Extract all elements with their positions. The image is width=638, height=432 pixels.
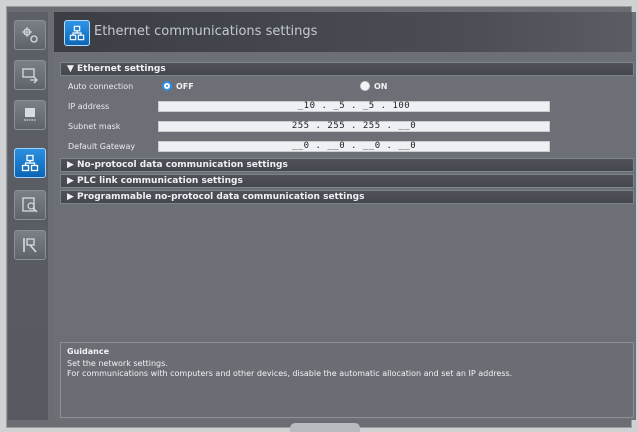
page-title: Ethernet communications settings bbox=[94, 24, 318, 39]
network-settings-icon bbox=[22, 27, 38, 43]
section-label: No-protocol data communication settings bbox=[77, 160, 288, 170]
subnet-mask-field[interactable]: 255 . 255 . 255 . __0 bbox=[158, 121, 550, 132]
bottom-page-tab[interactable] bbox=[290, 423, 360, 432]
section-plc-link[interactable]: ▶ PLC link communication settings bbox=[60, 174, 634, 188]
caret-down-icon: ▼ bbox=[67, 64, 74, 74]
caret-right-icon: ▶ bbox=[67, 192, 74, 202]
caret-right-icon: ▶ bbox=[67, 160, 74, 170]
transfer-icon bbox=[22, 68, 38, 84]
radio-unchecked-icon bbox=[360, 81, 370, 91]
sidebar-item-ethernet[interactable] bbox=[14, 148, 46, 178]
sidebar-item-status-monitor[interactable] bbox=[14, 230, 46, 260]
sidebar-item-transfer[interactable] bbox=[14, 60, 46, 90]
status-monitor-icon bbox=[23, 238, 37, 253]
sidebar bbox=[8, 12, 48, 420]
section-no-protocol[interactable]: ▶ No-protocol data communication settings bbox=[60, 158, 634, 172]
section-ethernet-settings[interactable]: ▼ Ethernet settings bbox=[60, 62, 634, 76]
sidebar-item-network-settings[interactable] bbox=[14, 20, 46, 50]
guidance-title: Guidance bbox=[67, 347, 109, 356]
default-gateway-field[interactable]: __0 . __0 . __0 . __0 bbox=[158, 141, 550, 152]
radio-checked-icon bbox=[162, 81, 172, 91]
guidance-text-line2: For communications with computers and ot… bbox=[67, 369, 513, 378]
auto-connection-on-radio[interactable]: ON bbox=[360, 81, 388, 91]
guidance-panel: Guidance Set the network settings. For c… bbox=[60, 342, 634, 418]
title-bar: Ethernet communications settings bbox=[54, 12, 632, 52]
section-label: Ethernet settings bbox=[77, 64, 166, 74]
section-label: PLC link communication settings bbox=[77, 176, 243, 186]
ip-address-field[interactable]: _10 . _5 . _5 . 100 bbox=[158, 101, 550, 112]
guidance-text-line1: Set the network settings. bbox=[67, 359, 168, 368]
caret-right-icon: ▶ bbox=[67, 176, 74, 186]
default-gateway-label: Default Gateway bbox=[68, 142, 136, 151]
subnet-mask-label: Subnet mask bbox=[68, 122, 121, 131]
main-panel: Ethernet communications settings ▼ Ethern… bbox=[54, 12, 636, 420]
radio-off-label: OFF bbox=[176, 81, 194, 91]
ethernet-icon bbox=[21, 154, 39, 172]
auto-connection-off-radio[interactable]: OFF bbox=[162, 81, 194, 91]
auto-connection-label: Auto connection bbox=[68, 82, 134, 91]
radio-on-label: ON bbox=[374, 81, 388, 91]
section-label: Programmable no-protocol data communicat… bbox=[77, 192, 365, 202]
ip-address-label: IP address bbox=[68, 102, 110, 111]
sidebar-item-document-search[interactable] bbox=[14, 190, 46, 220]
document-search-icon bbox=[22, 197, 38, 213]
memory-card-icon bbox=[24, 108, 36, 121]
section-programmable-no-protocol[interactable]: ▶ Programmable no-protocol data communica… bbox=[60, 190, 634, 204]
sidebar-item-memory-card[interactable] bbox=[14, 100, 46, 130]
ethernet-icon bbox=[64, 20, 90, 46]
